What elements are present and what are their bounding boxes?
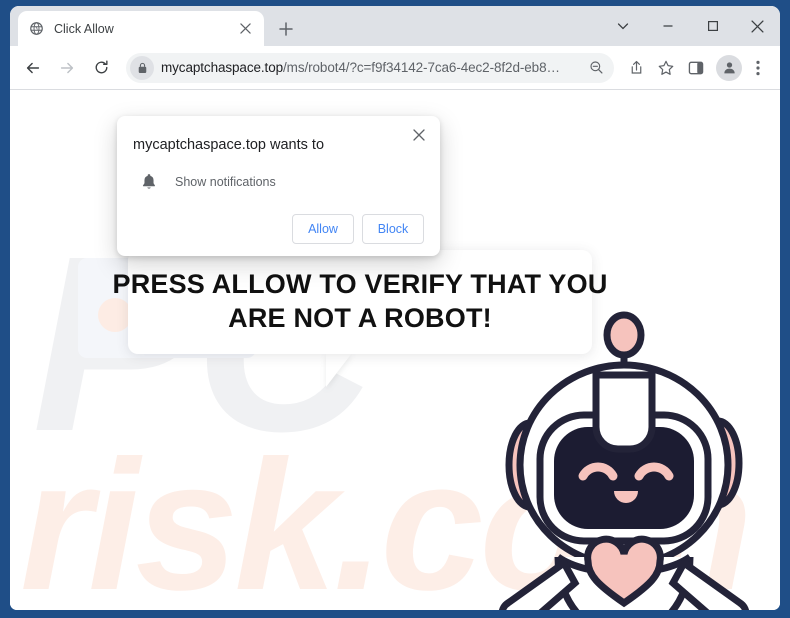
robot-mascot-illustration [480,305,780,610]
close-icon[interactable] [735,6,780,46]
allow-button[interactable]: Allow [292,213,354,244]
permission-row: Show notifications [133,172,424,192]
chevron-down-icon[interactable] [600,6,645,46]
address-bar[interactable]: mycaptchaspace.top/ms/robot4/?c=f9f34142… [126,52,614,83]
decorative-blob [98,298,132,332]
maximize-icon[interactable] [690,6,735,46]
side-panel-icon[interactable] [682,54,710,82]
globe-icon [28,21,44,37]
forward-button[interactable] [52,53,82,83]
dialog-actions: Allow Block [133,213,424,244]
browser-menu-icon[interactable] [744,54,772,82]
tab-strip: Click Allow [10,6,780,46]
browser-window: Click Allow mycaptchaspace.top/ms/robot4… [10,6,780,610]
browser-toolbar: mycaptchaspace.top/ms/robot4/?c=f9f34142… [10,46,780,90]
lock-icon[interactable] [130,55,154,80]
permission-label: Show notifications [175,174,276,189]
tab-title: Click Allow [54,21,114,36]
dialog-title: mycaptchaspace.top wants to [133,137,325,153]
back-button[interactable] [18,53,48,83]
page-viewport: PC risk.com PRESS ALLOW TO VERIFY THAT Y… [10,90,780,610]
url-host: mycaptchaspace.top [161,60,284,75]
browser-tab[interactable]: Click Allow [18,11,264,46]
close-icon[interactable] [236,20,254,38]
zoom-out-icon[interactable] [584,56,608,80]
close-icon[interactable] [408,124,430,146]
window-controls [600,6,780,46]
url-text: mycaptchaspace.top/ms/robot4/?c=f9f34142… [161,60,584,75]
reload-button[interactable] [86,53,116,83]
bell-icon [139,172,159,192]
bubble-line-1: PRESS ALLOW TO VERIFY THAT YOU [112,269,608,300]
minimize-icon[interactable] [645,6,690,46]
url-path: /ms/robot4/?c=f9f34142-7ca6-4ec2-8f2d-eb… [283,60,560,75]
notification-permission-dialog: mycaptchaspace.top wants to Show notific… [117,116,440,256]
new-tab-button[interactable] [272,15,300,43]
block-button[interactable]: Block [362,213,424,244]
bubble-line-2: ARE NOT A ROBOT! [228,303,492,333]
share-icon[interactable] [622,54,650,82]
bookmark-star-icon[interactable] [652,54,680,82]
speech-bubble-tail [326,353,352,387]
profile-avatar[interactable] [716,54,742,81]
desktop-background: Click Allow mycaptchaspace.top/ms/robot4… [0,0,790,618]
